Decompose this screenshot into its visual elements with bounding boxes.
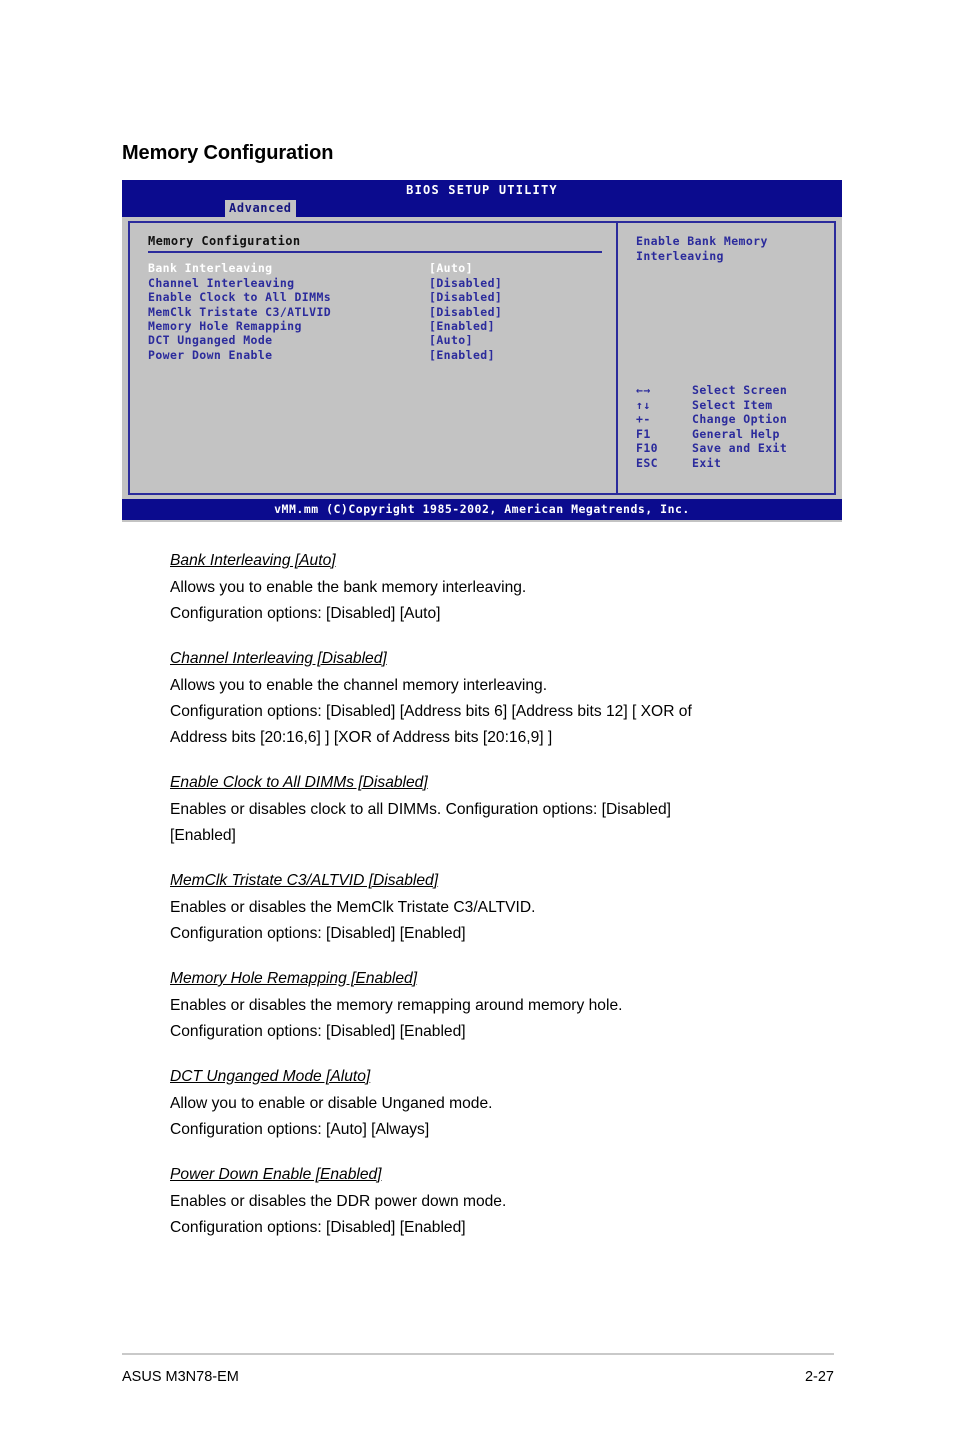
option-description-entry: Enable Clock to All DIMMs [Disabled] Enab… (170, 770, 830, 849)
bios-tab-advanced[interactable]: Advanced (225, 200, 296, 218)
bios-option-value[interactable]: [Disabled] (429, 305, 502, 319)
bios-title-bar: BIOS SETUP UTILITY (122, 180, 842, 200)
bios-option-label: Memory Hole Remapping (148, 318, 302, 333)
option-description-title: DCT Unganged Mode [Aluto] (170, 1068, 371, 1085)
bios-section-header: Memory Configuration (148, 234, 602, 254)
bios-menu-bar: Advanced (122, 200, 842, 218)
option-description-line: Enables or disables the DDR power down m… (170, 1193, 507, 1210)
bios-option-label: Bank Interleaving (148, 261, 273, 276)
bios-key-description: Select Item (692, 397, 773, 412)
bios-help-text: Enable Bank Memory Interleaving (636, 234, 822, 264)
option-description-title: Memory Hole Remapping [Enabled] (170, 970, 418, 987)
bios-option-label: Power Down Enable (148, 347, 273, 362)
bios-option-row[interactable]: Memory Hole Remapping [Enabled] (148, 319, 602, 333)
bios-setup-screen: BIOS SETUP UTILITY Advanced Memory Confi… (122, 180, 842, 522)
option-description-line: Configuration options: [Disabled] [Enabl… (170, 1023, 466, 1040)
bios-option-label: DCT Unganged Mode (148, 333, 273, 348)
bios-key-description: Select Screen (692, 383, 788, 397)
bios-key-description: Exit (692, 455, 722, 470)
bios-help-pane: Enable Bank Memory Interleaving ←→ Select… (618, 225, 832, 491)
option-description-body: Enables or disables the MemClk Tristate … (170, 895, 830, 947)
bios-footer-bar: vMM.mm (C)Copyright 1985-2002, American … (122, 499, 842, 520)
option-description-body: Allows you to enable the channel memory … (170, 673, 830, 751)
option-description-line: Enables or disables the MemClk Tristate … (170, 899, 536, 916)
bios-option-row[interactable]: DCT Unganged Mode [Auto] (148, 333, 602, 347)
option-description-body: Enables or disables the memory remapping… (170, 993, 830, 1045)
bios-option-label: MemClk Tristate C3/ATLVID (148, 304, 332, 319)
option-description-entry: Channel Interleaving [Disabled] Allows yo… (170, 646, 830, 751)
bios-help-line-1: Enable Bank Memory (636, 234, 768, 248)
option-description-line: Enables or disables clock to all DIMMs. … (170, 801, 671, 818)
bios-option-row[interactable]: Enable Clock to All DIMMs [Disabled] (148, 290, 602, 304)
option-description-line: Allow you to enable or disable Unganed m… (170, 1095, 493, 1112)
bios-copyright: vMM.mm (C)Copyright 1985-2002, American … (274, 502, 690, 516)
bios-option-row[interactable]: MemClk Tristate C3/ATLVID [Disabled] (148, 305, 602, 319)
bios-key-glyph-icon: ↑↓ (636, 397, 651, 412)
bios-option-value[interactable]: [Enabled] (429, 319, 495, 333)
bios-key-glyph-icon: ←→ (636, 383, 651, 397)
bios-key-description: Change Option (692, 412, 788, 427)
bios-body: Memory Configuration Bank Interleaving [A… (122, 217, 842, 499)
bios-option-value[interactable]: [Disabled] (429, 276, 502, 290)
bios-key-glyph-icon: F1 (636, 426, 651, 441)
option-description-entry: Power Down Enable [Enabled] Enables or di… (170, 1162, 830, 1241)
bios-option-row[interactable]: Power Down Enable [Enabled] (148, 348, 602, 362)
option-description-title: Enable Clock to All DIMMs [Disabled] (170, 774, 428, 791)
option-description-line: Address bits [20:16,6] ] [XOR of Address… (170, 729, 553, 746)
footer-divider (122, 1353, 834, 1355)
option-description-line: Configuration options: [Disabled] [Enabl… (170, 925, 466, 942)
bios-help-line-2: Interleaving (636, 249, 724, 263)
bios-options-list: Bank Interleaving [Auto] Channel Interleav… (148, 261, 602, 362)
option-descriptions: Bank Interleaving [Auto] Allows you to en… (170, 548, 830, 1241)
bios-utility-title: BIOS SETUP UTILITY (406, 183, 558, 197)
option-description-line: Configuration options: [Auto] [Always] (170, 1121, 430, 1138)
bios-options-pane: Memory Configuration Bank Interleaving [A… (132, 225, 616, 491)
option-description-title: MemClk Tristate C3/ALTVID [Disabled] (170, 872, 439, 889)
footer-page-number: 2-27 (804, 1369, 834, 1385)
option-description-line: Configuration options: [Disabled] [Enabl… (170, 1219, 466, 1236)
option-description-entry: DCT Unganged Mode [Aluto] Allow you to en… (170, 1064, 830, 1143)
option-description-body: Allows you to enable the bank memory int… (170, 575, 830, 627)
option-description-line: Configuration options: [Disabled] [Addre… (170, 703, 692, 720)
bios-key-glyph-icon: ESC (636, 455, 658, 470)
option-description-entry: MemClk Tristate C3/ALTVID [Disabled] Enab… (170, 868, 830, 947)
option-description-entry: Memory Hole Remapping [Enabled] Enables o… (170, 966, 830, 1045)
bios-option-row[interactable]: Channel Interleaving [Disabled] (148, 276, 602, 290)
bios-option-label: Enable Clock to All DIMMs (148, 290, 332, 305)
bios-content-frame: Memory Configuration Bank Interleaving [A… (128, 221, 836, 495)
page-title: Memory Configuration (122, 142, 334, 164)
bios-option-row[interactable]: Bank Interleaving [Auto] (148, 261, 602, 275)
option-description-entry: Bank Interleaving [Auto] Allows you to en… (170, 548, 830, 627)
option-description-body: Enables or disables clock to all DIMMs. … (170, 797, 830, 849)
bios-key-description: General Help (692, 426, 780, 441)
option-description-line: [Enabled] (170, 827, 236, 844)
option-description-body: Allow you to enable or disable Unganed m… (170, 1091, 830, 1143)
option-description-line: Allows you to enable the channel memory … (170, 677, 548, 694)
option-description-title: Power Down Enable [Enabled] (170, 1166, 382, 1183)
bios-option-value[interactable]: [Auto] (429, 261, 473, 275)
bios-key-glyph-icon: +- (636, 412, 651, 427)
option-description-title: Channel Interleaving [Disabled] (170, 650, 387, 667)
option-description-body: Enables or disables the DDR power down m… (170, 1189, 830, 1241)
option-description-title: Bank Interleaving [Auto] (170, 552, 336, 569)
bios-key-glyph-icon: F10 (636, 441, 658, 456)
bios-option-value[interactable]: [Enabled] (429, 348, 495, 362)
option-description-line: Enables or disables the memory remapping… (170, 997, 623, 1014)
bios-option-value[interactable]: [Auto] (429, 333, 473, 347)
bios-option-value[interactable]: [Disabled] (429, 290, 502, 304)
footer-product-name: ASUS M3N78-EM (122, 1369, 239, 1385)
option-description-line: Allows you to enable the bank memory int… (170, 579, 527, 596)
bios-key-description: Save and Exit (692, 441, 788, 456)
bios-option-label: Channel Interleaving (148, 275, 295, 290)
option-description-line: Configuration options: [Disabled] [Auto] (170, 605, 441, 622)
